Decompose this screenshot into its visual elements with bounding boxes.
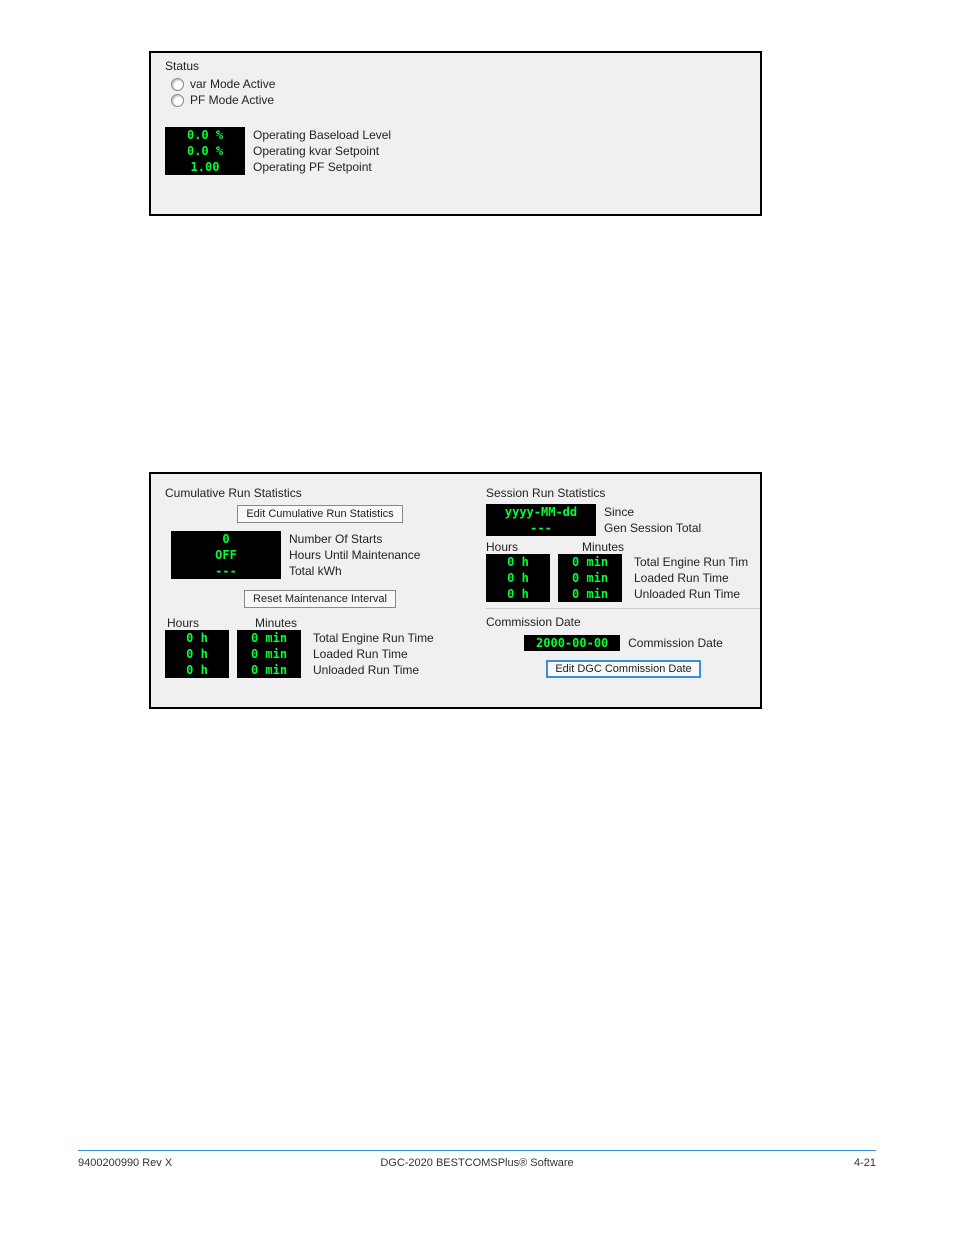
session-run-stats: Session Run Statistics yyyy-MM-dd --- Si… [486, 486, 761, 686]
commission-label: Commission Date [628, 636, 723, 650]
run-label: Unloaded Run Time [313, 662, 434, 678]
lcd-value: 0 h [165, 662, 229, 678]
cumulative-run-stats: Cumulative Run Statistics Edit Cumulativ… [165, 486, 475, 678]
footer-right: 4-21 [854, 1157, 876, 1169]
stat-label: Number Of Starts [289, 531, 420, 547]
session-title: Session Run Statistics [486, 486, 761, 500]
lcd-value: OFF [171, 547, 281, 563]
commission-title: Commission Date [486, 615, 761, 629]
lcd-value: 0 h [486, 570, 550, 586]
minutes-header: Minutes [582, 540, 654, 554]
run-label: Loaded Run Time [634, 570, 748, 586]
edit-commission-button[interactable]: Edit DGC Commission Date [546, 660, 700, 678]
radio-icon [171, 78, 184, 91]
run-label: Total Engine Run Time [313, 630, 434, 646]
divider [486, 608, 761, 609]
reading-row: 1.00 Operating PF Setpoint [165, 159, 760, 175]
lcd-value: yyyy-MM-dd [486, 504, 596, 520]
status-panel: Status var Mode Active PF Mode Active 0.… [149, 51, 762, 216]
lcd-value: 0 h [486, 586, 550, 602]
reading-row: 0.0 % Operating kvar Setpoint [165, 143, 760, 159]
stat-label: Hours Until Maintenance [289, 547, 420, 563]
reading-row: 0.0 % Operating Baseload Level [165, 127, 760, 143]
radio-pf-mode[interactable]: PF Mode Active [151, 93, 760, 109]
status-title: Status [151, 53, 760, 77]
footer-center: DGC-2020 BESTCOMSPlus® Software [78, 1157, 876, 1169]
reset-maintenance-button[interactable]: Reset Maintenance Interval [244, 590, 396, 608]
run-label: Total Engine Run Tim [634, 554, 748, 570]
radio-label: PF Mode Active [190, 93, 274, 107]
lcd-value: 0 h [486, 554, 550, 570]
cumulative-title: Cumulative Run Statistics [165, 486, 475, 500]
lcd-value: --- [171, 563, 281, 579]
lcd-value: 0 h [165, 630, 229, 646]
run-statistics-panel: Cumulative Run Statistics Edit Cumulativ… [149, 472, 762, 709]
reading-label: Operating PF Setpoint [253, 160, 372, 174]
hours-header: Hours [486, 540, 558, 554]
lcd-value: 0 min [558, 554, 622, 570]
run-label: Unloaded Run Time [634, 586, 748, 602]
lcd-value: --- [486, 520, 596, 536]
reading-label: Operating Baseload Level [253, 128, 391, 142]
lcd-value: 0.0 % [165, 127, 245, 143]
lcd-value: 2000-00-00 [524, 635, 620, 651]
lcd-value: 0 [171, 531, 281, 547]
lcd-value: 0 min [558, 586, 622, 602]
since-label: Since [604, 504, 701, 520]
radio-label: var Mode Active [190, 77, 275, 91]
lcd-value: 0 min [237, 662, 301, 678]
lcd-value: 0 h [165, 646, 229, 662]
radio-icon [171, 94, 184, 107]
stat-label: Total kWh [289, 563, 420, 579]
lcd-value: 0 min [237, 630, 301, 646]
lcd-value: 1.00 [165, 159, 245, 175]
lcd-value: 0 min [558, 570, 622, 586]
footer-left: 9400200990 Rev X [78, 1157, 172, 1169]
reading-label: Operating kvar Setpoint [253, 144, 379, 158]
edit-cumulative-button[interactable]: Edit Cumulative Run Statistics [237, 505, 402, 523]
gen-session-label: Gen Session Total [604, 520, 701, 536]
radio-var-mode[interactable]: var Mode Active [151, 77, 760, 93]
lcd-value: 0.0 % [165, 143, 245, 159]
run-label: Loaded Run Time [313, 646, 434, 662]
minutes-header: Minutes [255, 616, 327, 630]
hours-header: Hours [167, 616, 239, 630]
lcd-value: 0 min [237, 646, 301, 662]
page-footer: 9400200990 Rev X DGC-2020 BESTCOMSPlus® … [78, 1150, 876, 1169]
